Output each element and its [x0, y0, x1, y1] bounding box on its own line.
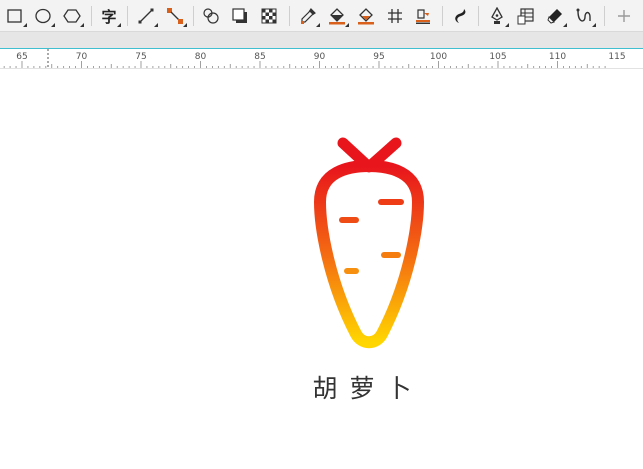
carrot-body	[314, 160, 424, 349]
toolbar: 字	[0, 0, 643, 32]
fill-tool-icon[interactable]	[325, 4, 349, 28]
blend-tool-icon[interactable]	[199, 4, 223, 28]
artistic-media-tool-icon[interactable]	[448, 4, 472, 28]
mesh-fill-tool-icon[interactable]	[383, 4, 407, 28]
polygon-tool-icon[interactable]	[60, 4, 84, 28]
eyedropper-tool-icon[interactable]	[296, 4, 320, 28]
carrot-logo	[314, 137, 424, 349]
ruler-label: 85	[254, 52, 266, 62]
document-tab-strip	[0, 32, 643, 49]
text-tool-label: 字	[101, 7, 117, 26]
ruler-label: 110	[548, 52, 567, 62]
text-tool-icon[interactable]: 字	[97, 4, 121, 28]
transparency-tool-icon[interactable]	[257, 4, 281, 28]
rectangle-tool-icon[interactable]	[3, 4, 27, 28]
line-tool-icon[interactable]	[134, 4, 158, 28]
drop-shadow-tool-icon[interactable]	[228, 4, 252, 28]
smudge-tool-icon[interactable]	[572, 4, 596, 28]
connector-tool-icon[interactable]	[163, 4, 187, 28]
ruler-label: 100	[429, 52, 448, 62]
ruler-label: 105	[489, 52, 507, 62]
ruler-label: 80	[194, 52, 207, 62]
ruler-label: 95	[373, 52, 385, 62]
eraser-tool-icon[interactable]	[543, 4, 567, 28]
drawing-canvas[interactable]: 胡萝卜	[0, 69, 643, 469]
smart-fill-tool-icon[interactable]	[354, 4, 378, 28]
ruler-label: 70	[75, 52, 88, 62]
ruler-label: 75	[135, 52, 147, 62]
ruler-label: 90	[313, 52, 326, 62]
logo-text: 胡萝卜	[312, 374, 424, 403]
ruler-label: 115	[608, 52, 626, 62]
horizontal-ruler: 65 70 75 80 85 90 95 100 105 110 115	[0, 49, 643, 69]
interactive-fill-tool-icon[interactable]	[411, 4, 435, 28]
ruler-label: 65	[16, 52, 28, 62]
table-tool-icon[interactable]	[514, 4, 538, 28]
pen-tool-icon[interactable]	[485, 4, 509, 28]
add-tool-icon[interactable]	[612, 4, 636, 28]
ellipse-tool-icon[interactable]	[31, 4, 55, 28]
